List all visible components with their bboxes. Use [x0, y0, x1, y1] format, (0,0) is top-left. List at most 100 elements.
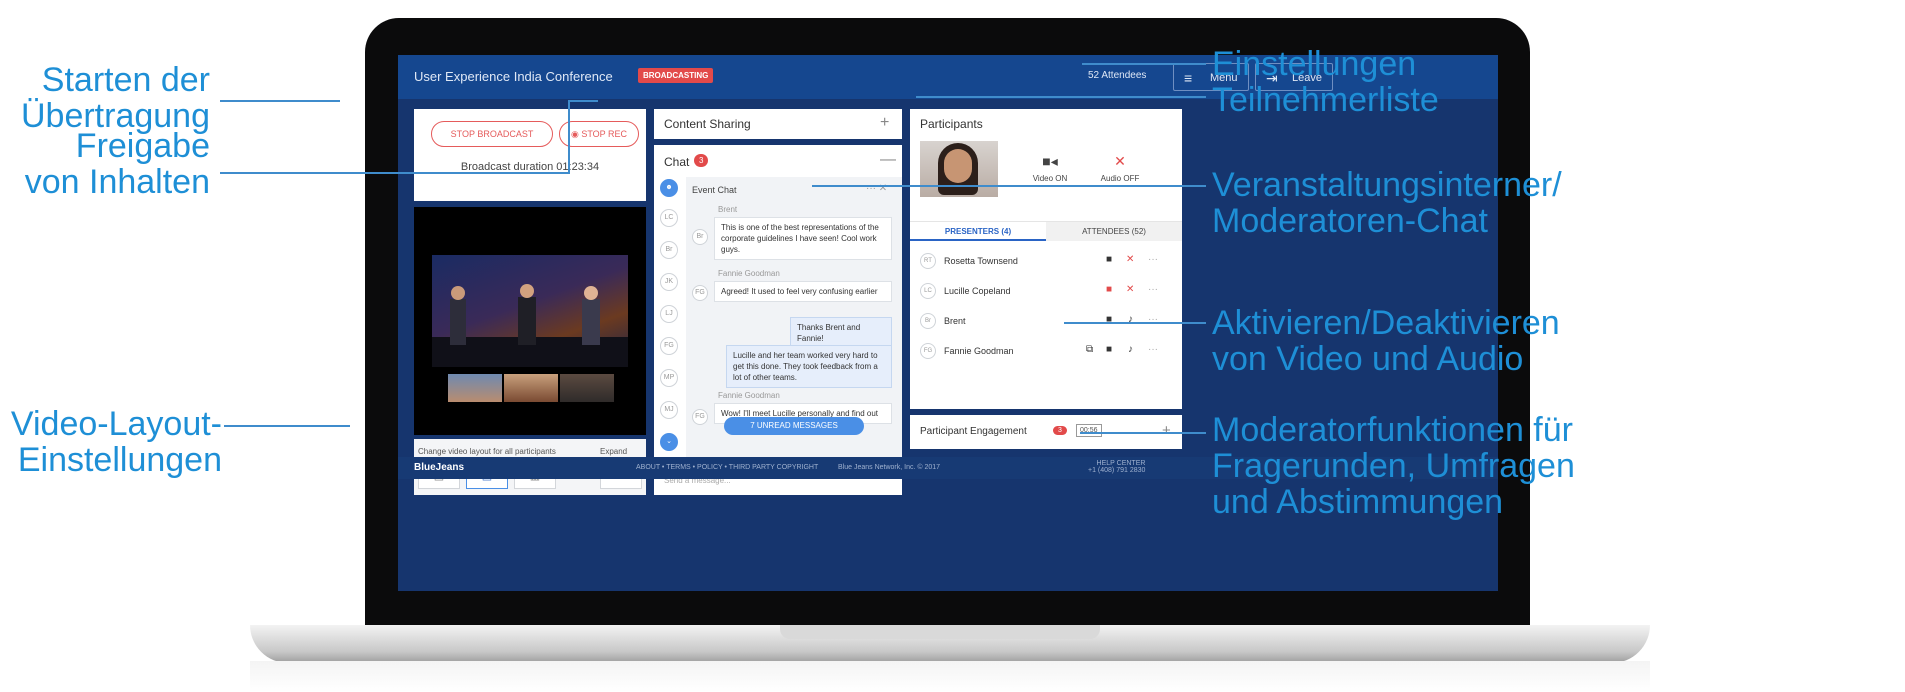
chat-avatar[interactable]: Br	[660, 241, 678, 259]
callout-line: Veranstaltungsinterner/	[1212, 166, 1562, 204]
expand-label: Expand	[600, 447, 628, 456]
stop-rec-label: STOP REC	[581, 129, 628, 139]
participant-row[interactable]: FG Fannie Goodman ⧉ ■ ♪ ···	[920, 341, 1170, 363]
message-sender: Fannie Goodman	[718, 269, 780, 278]
chat-message: This is one of the best representations …	[714, 217, 892, 260]
participant-thumbnail[interactable]	[448, 374, 502, 402]
callout-line: Moderatorfunktionen für	[1212, 411, 1573, 449]
callout-line: Starten der	[41, 61, 210, 99]
panel-discussion-video	[432, 255, 628, 367]
participants-title: Participants	[920, 117, 983, 131]
presenter-face	[944, 149, 972, 183]
callout-line: Freigabe	[75, 127, 210, 165]
message-avatar: FG	[692, 285, 708, 301]
mic-icon[interactable]: ♪	[1128, 344, 1133, 355]
callout-toggle-av: Aktivieren/Deaktivieren von Video und Au…	[1212, 305, 1902, 377]
connector-line	[812, 185, 1206, 187]
add-engagement-button[interactable]: +	[1162, 422, 1171, 439]
callout-line: von Video und Audio	[1212, 340, 1524, 378]
callout-line: von Inhalten	[24, 163, 210, 201]
connector-line	[220, 172, 570, 174]
participant-name: Rosetta Townsend	[944, 256, 1018, 266]
connector-line	[1082, 63, 1206, 65]
callout-video-layout: Video-Layout- Einstellungen	[10, 406, 222, 478]
mic-muted-icon: ✕	[1114, 153, 1126, 169]
tab-presenters[interactable]: PRESENTERS (4)	[910, 222, 1046, 241]
participant-name: Lucille Copeland	[944, 286, 1011, 296]
collapse-chat-button[interactable]: —	[880, 151, 896, 169]
laptop-foot	[250, 661, 1650, 692]
chat-avatar[interactable]: LC	[660, 209, 678, 227]
connector-line	[224, 425, 350, 427]
message-avatar: Br	[692, 229, 708, 245]
tab-attendees[interactable]: ATTENDEES (52)	[1046, 222, 1182, 241]
callout-line: Aktivieren/Deaktivieren	[1212, 304, 1560, 342]
video-camera-icon[interactable]: ■	[1106, 344, 1112, 355]
help-phone: +1 (408) 791 2830	[1088, 467, 1146, 474]
participant-name: Fannie Goodman	[944, 346, 1014, 356]
slide: User Experience India Conference BROADCA…	[0, 0, 1905, 692]
participant-tabs: PRESENTERS (4) ATTENDEES (52)	[910, 221, 1182, 241]
chat-message-outgoing: Lucille and her team worked very hard to…	[726, 345, 892, 388]
mic-muted-icon[interactable]: ✕	[1126, 284, 1134, 295]
video-status-label: Video ON	[1032, 174, 1068, 183]
participant-row[interactable]: RT Rosetta Townsend ■ ✕ ···	[920, 251, 1170, 273]
more-options-icon[interactable]: ···	[1148, 344, 1158, 355]
callout-line: Moderatoren-Chat	[1212, 202, 1488, 240]
panelists-image	[432, 284, 628, 367]
participant-avatar: Br	[920, 313, 936, 329]
group-chat-icon[interactable]: ☻	[660, 179, 678, 197]
chat-avatar[interactable]: FG	[660, 337, 678, 355]
copyright: Blue Jeans Network, Inc. © 2017	[838, 464, 941, 471]
help-center-label: HELP CENTER	[1096, 460, 1146, 467]
participant-thumbnail[interactable]	[504, 374, 558, 402]
video-stage	[414, 207, 646, 435]
footer-links[interactable]: ABOUT • TERMS • POLICY • THIRD PARTY COP…	[636, 464, 818, 471]
audio-toggle[interactable]: ✕ Audio OFF	[1090, 153, 1150, 183]
chat-avatar[interactable]: MP	[660, 369, 678, 387]
message-sender: Fannie Goodman	[718, 391, 780, 400]
mic-muted-icon[interactable]: ✕	[1126, 254, 1134, 265]
broadcasting-badge: BROADCASTING	[638, 68, 714, 83]
unread-messages-button[interactable]: 7 UNREAD MESSAGES	[724, 417, 864, 435]
chat-avatar[interactable]: JK	[660, 273, 678, 291]
chat-title: Chat	[664, 155, 690, 169]
callout-settings-participants: Einstellungen Teilnehmerliste	[1212, 46, 1902, 118]
participants-panel: Participants ■◂ Video ON ✕ Audio OFF PRESE…	[910, 109, 1182, 409]
layout-label: Change video layout for all participants	[418, 447, 556, 456]
engagement-title: Participant Engagement	[920, 426, 1027, 437]
callout-line: Einstellungen	[1212, 45, 1417, 83]
participant-avatar: LC	[920, 283, 936, 299]
stop-rec-button[interactable]: ◉ STOP REC	[559, 121, 639, 147]
more-options-icon[interactable]: ···	[1148, 284, 1158, 295]
engagement-count-badge: 3	[1053, 426, 1067, 435]
chat-avatar[interactable]: LJ	[660, 305, 678, 323]
help-center[interactable]: HELP CENTER +1 (408) 791 2830	[1088, 460, 1145, 474]
video-camera-icon[interactable]: ■	[1106, 254, 1112, 265]
video-camera-icon: ■◂	[1042, 153, 1058, 169]
participant-row[interactable]: LC Lucille Copeland ■ ✕ ···	[920, 281, 1170, 303]
connector-line	[916, 96, 1206, 98]
callout-start-broadcast: Starten der Übertragung	[10, 62, 210, 134]
video-off-icon[interactable]: ■	[1106, 284, 1112, 295]
chat-avatar[interactable]: MJ	[660, 401, 678, 419]
stop-broadcast-button[interactable]: STOP BROADCAST	[431, 121, 553, 147]
video-toggle[interactable]: ■◂ Video ON	[1020, 153, 1080, 183]
participant-thumbnail[interactable]	[560, 374, 614, 402]
chat-count-badge: 3	[694, 154, 709, 167]
connector-line	[220, 100, 340, 102]
more-options-icon[interactable]: ···	[1148, 254, 1158, 265]
connector-line	[568, 100, 598, 102]
callout-moderator-functions: Moderatorfunktionen für Fragerunden, Umf…	[1212, 412, 1902, 520]
scroll-down-button[interactable]: ⌄	[660, 433, 678, 451]
attendee-count: 52 Attendees	[1088, 70, 1147, 81]
screen-share-icon[interactable]: ⧉	[1086, 344, 1093, 355]
add-content-button[interactable]: +	[880, 114, 889, 132]
engagement-timer: 00:56	[1076, 424, 1102, 437]
callout-share-content: Freigabe von Inhalten	[10, 128, 210, 200]
audio-status-label: Audio OFF	[1100, 174, 1140, 183]
laptop-notch	[780, 625, 1100, 639]
callout-line: Einstellungen	[17, 441, 222, 479]
callout-line: Fragerunden, Umfragen	[1212, 447, 1575, 485]
content-sharing-panel: Content Sharing +	[654, 109, 902, 139]
